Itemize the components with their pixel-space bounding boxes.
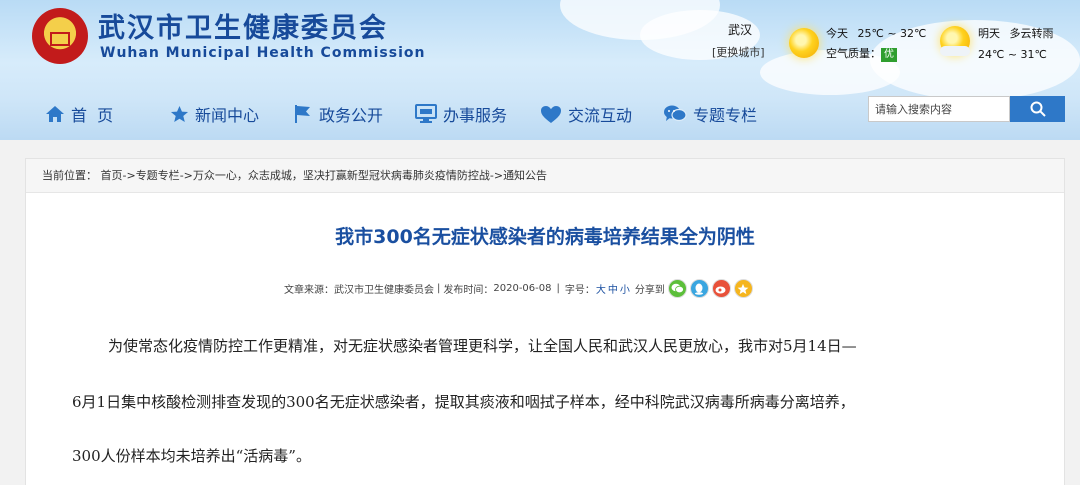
- article-meta: 文章来源： 武汉市卫生健康委员会 | 发布时间： 2020-06-08 | 字号…: [284, 279, 753, 298]
- source-label: 文章来源：: [284, 285, 334, 296]
- article-paragraph-line: 300人份样本均未培养出“活病毒”。: [72, 447, 311, 465]
- flag-icon: [295, 105, 310, 123]
- air-quality-label: 空气质量：: [826, 47, 881, 60]
- font-size-medium[interactable]: 中: [608, 281, 618, 296]
- tomorrow-temp: 24℃ ~ 31℃: [978, 48, 1047, 61]
- air-quality: 空气质量：优: [826, 45, 897, 62]
- nav-item-special-topics[interactable]: 专题专栏: [663, 102, 757, 126]
- breadcrumb: 当前位置： 首页->专题专栏->万众一心，众志成城，坚决打赢新型冠状病毒肺炎疫情…: [26, 159, 1064, 193]
- main-nav: 首 页 新闻中心 政务公开 办事服务 交流互动 专题专栏: [0, 88, 860, 136]
- breadcrumb-separator: ->: [489, 169, 504, 182]
- article-paragraph-line: 6月1日集中核酸检测排查发现的300名无症状感染者，提取其痰液和咽拭子样本，经中…: [72, 393, 855, 411]
- tomorrow-label: 明天: [978, 27, 1000, 40]
- nav-item-interaction[interactable]: 交流互动: [540, 102, 632, 126]
- breadcrumb-item-notices[interactable]: 通知公告: [503, 169, 547, 182]
- breadcrumb-item-home[interactable]: 首页: [101, 169, 123, 182]
- font-size-small[interactable]: 小: [620, 281, 630, 296]
- weather-city: 武汉: [728, 23, 753, 37]
- search-icon: [1030, 101, 1046, 117]
- article-panel: 当前位置： 首页->专题专栏->万众一心，众志成城，坚决打赢新型冠状病毒肺炎疫情…: [25, 158, 1065, 485]
- heart-icon: [541, 105, 561, 123]
- air-quality-badge: 优: [881, 48, 897, 62]
- cloud-shape: [940, 46, 970, 56]
- site-header: 武汉市卫生健康委员会 Wuhan Municipal Health Commis…: [0, 0, 1080, 140]
- date-label: 发布时间：: [443, 285, 494, 296]
- meta-divider: |: [556, 283, 560, 294]
- national-emblem-logo: [32, 8, 88, 64]
- weibo-icon[interactable]: [711, 279, 731, 298]
- nav-item-label: 办事服务: [443, 106, 508, 125]
- nav-item-gov-affairs[interactable]: 政务公开: [293, 102, 383, 126]
- sunny-weather-icon: [789, 28, 819, 58]
- nav-item-label: 新闻中心: [195, 106, 260, 125]
- today-label: 今天: [826, 27, 848, 40]
- breadcrumb-item-covid-campaign[interactable]: 万众一心，众志成城，坚决打赢新型冠状病毒肺炎疫情防控战: [193, 169, 490, 182]
- article-title: 我市300名无症状感染者的病毒培养结果全为阴性: [335, 226, 755, 248]
- meta-divider: |: [437, 283, 441, 294]
- nav-item-label: 政务公开: [319, 106, 384, 125]
- home-icon: [46, 106, 64, 122]
- search-input[interactable]: [868, 96, 1010, 122]
- chat-icon: [664, 105, 687, 122]
- monitor-icon: [415, 104, 437, 123]
- source-value: 武汉市卫生健康委员会: [334, 285, 434, 296]
- nav-item-label: 专题专栏: [693, 106, 758, 125]
- date-value: 2020-06-08: [493, 283, 552, 294]
- nav-item-news[interactable]: 新闻中心: [170, 102, 259, 126]
- today-weather: 今天 25℃ ~ 32℃: [826, 25, 926, 41]
- font-size-large[interactable]: 大: [596, 281, 606, 296]
- nav-item-services[interactable]: 办事服务: [415, 102, 507, 126]
- search-button[interactable]: [1010, 96, 1065, 122]
- share-label: 分享到: [634, 285, 665, 296]
- change-city-link[interactable]: [更换城市]: [712, 44, 765, 60]
- nav-item-label: 首 页: [71, 106, 114, 125]
- star-icon: [170, 105, 189, 123]
- article-paragraph-line: 为使常态化疫情防控工作更精准，对无症状感染者管理更科学，让全国人民和武汉人民更放…: [108, 337, 857, 355]
- nav-item-label: 交流互动: [568, 106, 633, 125]
- site-subtitle: Wuhan Municipal Health Commission: [100, 45, 426, 61]
- breadcrumb-separator: ->: [179, 169, 193, 182]
- breadcrumb-prefix: 当前位置：: [42, 169, 97, 182]
- tomorrow-desc: 多云转雨: [1009, 27, 1054, 40]
- font-size-label: 字号：: [564, 285, 595, 296]
- nav-item-home[interactable]: 首 页: [45, 102, 113, 126]
- breadcrumb-item-special-topics[interactable]: 专题专栏: [136, 169, 180, 182]
- wechat-icon[interactable]: [667, 279, 687, 298]
- qzone-icon[interactable]: [733, 279, 753, 298]
- tomorrow-weather: 明天 多云转雨: [978, 25, 1054, 41]
- breadcrumb-separator: ->: [122, 169, 136, 182]
- emblem-gate-shape: [50, 32, 70, 46]
- site-title: 武汉市卫生健康委员会: [98, 13, 388, 44]
- today-temp: 25℃ ~ 32℃: [857, 27, 927, 40]
- qq-icon[interactable]: [689, 279, 709, 298]
